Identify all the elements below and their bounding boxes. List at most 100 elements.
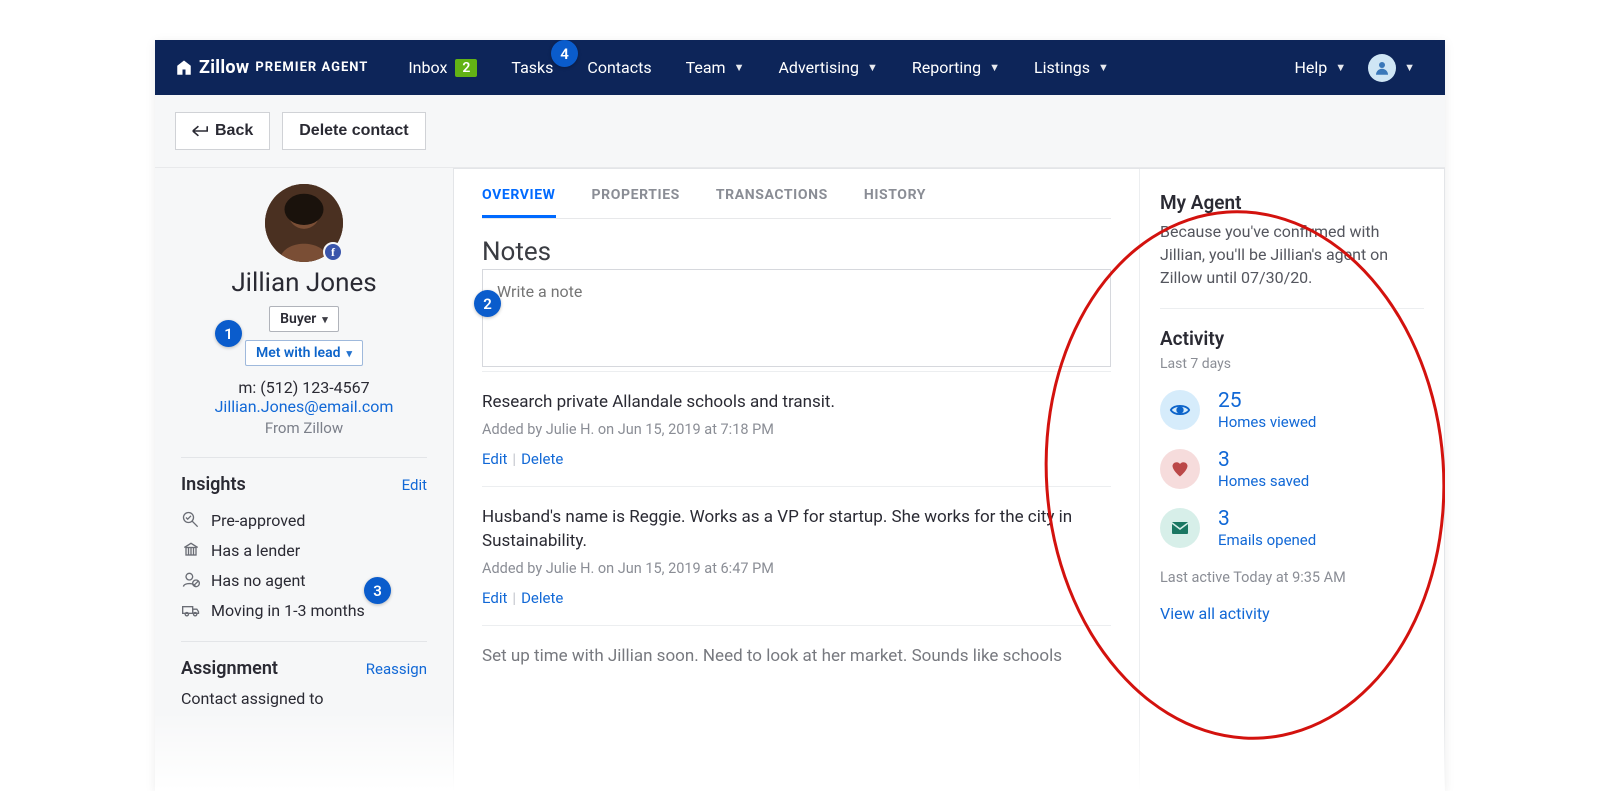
- preapproved-icon: [181, 510, 201, 530]
- delete-contact-button[interactable]: Delete contact: [282, 112, 425, 150]
- nav-advertising[interactable]: Advertising▼: [778, 58, 877, 77]
- assignment-title: Assignment: [181, 658, 278, 679]
- note-meta: Added by Julie H. on Jun 15, 2019 at 6:4…: [482, 560, 1111, 577]
- mail-icon: [1160, 508, 1200, 548]
- annotation-marker-2: 2: [474, 290, 501, 317]
- insights-title: Insights: [181, 474, 246, 495]
- contact-name: Jillian Jones: [181, 268, 427, 298]
- chevron-down-icon: ▾: [322, 313, 328, 326]
- content: f Jillian Jones Buyer ▾ Met with lead ▾: [155, 168, 1445, 791]
- note-actions: Edit|Delete: [482, 589, 1111, 607]
- tabs: OVERVIEW PROPERTIES TRANSACTIONS HISTORY: [482, 169, 1111, 219]
- tab-properties[interactable]: PROPERTIES: [592, 187, 680, 218]
- nav-reporting[interactable]: Reporting▼: [912, 58, 1000, 77]
- contact-sidebar: f Jillian Jones Buyer ▾ Met with lead ▾: [155, 168, 453, 791]
- note-meta: Added by Julie H. on Jun 15, 2019 at 7:1…: [482, 421, 1111, 438]
- chevron-down-icon: ▾: [346, 347, 352, 360]
- my-agent-title: My Agent: [1160, 191, 1424, 214]
- note-text: Research private Allandale schools and t…: [482, 390, 1111, 415]
- activity-label: Homes viewed: [1218, 413, 1316, 431]
- main-panel: OVERVIEW PROPERTIES TRANSACTIONS HISTORY…: [453, 168, 1445, 791]
- nav-tasks[interactable]: Tasks: [511, 58, 553, 77]
- activity-emails-opened[interactable]: 3 Emails opened: [1160, 508, 1424, 549]
- top-nav: Zillow PREMIER AGENT Inbox 2 Tasks Conta…: [155, 40, 1445, 95]
- reassign-link[interactable]: Reassign: [366, 660, 427, 678]
- zillow-logo-icon: [175, 59, 193, 77]
- nav-help[interactable]: Help▼: [1294, 58, 1346, 77]
- action-bar: Back Delete contact: [155, 95, 1445, 168]
- annotation-marker-3: 3: [364, 577, 391, 604]
- note-input[interactable]: [482, 269, 1111, 367]
- note-actions: Edit|Delete: [482, 450, 1111, 468]
- note-delete-link[interactable]: Delete: [521, 450, 563, 468]
- note-edit-link[interactable]: Edit: [482, 589, 507, 607]
- chevron-down-icon: ▼: [989, 61, 1000, 74]
- tab-transactions[interactable]: TRANSACTIONS: [716, 187, 828, 218]
- tab-history[interactable]: HISTORY: [864, 187, 926, 218]
- divider: [1160, 308, 1424, 309]
- chevron-down-icon: ▼: [1098, 61, 1109, 74]
- contact-source: From Zillow: [181, 419, 427, 437]
- nav-listings[interactable]: Listings▼: [1034, 58, 1109, 77]
- assignment-section: Assignment Reassign Contact assigned to: [181, 642, 427, 724]
- activity-homes-viewed[interactable]: 25 Homes viewed: [1160, 390, 1424, 431]
- main-center: OVERVIEW PROPERTIES TRANSACTIONS HISTORY…: [454, 169, 1139, 791]
- avatar-wrap: f: [265, 184, 343, 262]
- brand-text-2: PREMIER AGENT: [255, 60, 368, 75]
- lender-icon: [181, 540, 201, 560]
- contact-status-dropdown[interactable]: Met with lead ▾: [245, 340, 363, 366]
- note-item: Research private Allandale schools and t…: [482, 371, 1111, 486]
- activity-homes-saved[interactable]: 3 Homes saved: [1160, 449, 1424, 490]
- contact-type-dropdown[interactable]: Buyer ▾: [269, 306, 339, 332]
- activity-range: Last 7 days: [1160, 356, 1424, 372]
- chevron-down-icon: ▼: [1404, 61, 1415, 74]
- contact-phone: m: (512) 123-4567: [181, 378, 427, 397]
- app-window: Zillow PREMIER AGENT Inbox 2 Tasks Conta…: [155, 40, 1445, 791]
- heart-icon: [1160, 449, 1200, 489]
- chevron-down-icon: ▼: [1335, 61, 1346, 74]
- inbox-badge: 2: [455, 59, 477, 77]
- note-text: Set up time with Jillian soon. Need to l…: [482, 644, 1111, 669]
- truck-icon: [181, 600, 201, 620]
- profile-block: f Jillian Jones Buyer ▾ Met with lead ▾: [181, 184, 427, 458]
- note-item: Set up time with Jillian soon. Need to l…: [482, 625, 1111, 669]
- brand[interactable]: Zillow PREMIER AGENT: [175, 57, 368, 78]
- note-text: Husband's name is Reggie. Works as a VP …: [482, 505, 1111, 554]
- eye-icon: [1160, 390, 1200, 430]
- insights-edit-link[interactable]: Edit: [402, 476, 427, 494]
- nav-contacts[interactable]: Contacts: [587, 58, 651, 77]
- facebook-badge-icon: f: [323, 242, 343, 262]
- activity-count: 3: [1218, 508, 1316, 531]
- activity-count: 3: [1218, 449, 1309, 472]
- last-active: Last active Today at 9:35 AM: [1160, 569, 1424, 586]
- view-all-activity-link[interactable]: View all activity: [1160, 604, 1424, 623]
- notes-title: Notes: [482, 237, 1111, 267]
- activity-label: Homes saved: [1218, 472, 1309, 490]
- nav-inbox-label: Inbox: [408, 58, 447, 77]
- nav-inbox[interactable]: Inbox 2: [408, 58, 477, 77]
- nav-items: Inbox 2 Tasks Contacts Team▼ Advertising…: [408, 58, 1109, 77]
- annotation-marker-4: 4: [551, 40, 578, 67]
- note-item: Husband's name is Reggie. Works as a VP …: [482, 486, 1111, 625]
- insight-has-lender: Has a lender: [181, 535, 427, 565]
- nav-team[interactable]: Team▼: [686, 58, 745, 77]
- contact-email-link[interactable]: Jillian.Jones@email.com: [215, 397, 394, 416]
- right-panel: My Agent Because you've confirmed with J…: [1139, 169, 1444, 791]
- activity-title: Activity: [1160, 327, 1424, 350]
- chevron-down-icon: ▼: [734, 61, 745, 74]
- brand-text-1: Zillow: [199, 57, 249, 78]
- tab-overview[interactable]: OVERVIEW: [482, 187, 556, 218]
- avatar-icon: [1368, 54, 1396, 82]
- chevron-down-icon: ▼: [867, 61, 878, 74]
- insights-section: Insights Edit Pre-approved Has a lender …: [181, 458, 427, 642]
- note-edit-link[interactable]: Edit: [482, 450, 507, 468]
- annotation-marker-1: 1: [215, 320, 242, 347]
- back-button[interactable]: Back: [175, 112, 270, 150]
- insight-moving: Moving in 1-3 months: [181, 595, 427, 625]
- note-delete-link[interactable]: Delete: [521, 589, 563, 607]
- nav-profile-menu[interactable]: ▼: [1368, 54, 1415, 82]
- activity-label: Emails opened: [1218, 531, 1316, 549]
- back-arrow-icon: [192, 125, 208, 137]
- my-agent-text: Because you've confirmed with Jillian, y…: [1160, 220, 1424, 290]
- insight-preapproved: Pre-approved: [181, 505, 427, 535]
